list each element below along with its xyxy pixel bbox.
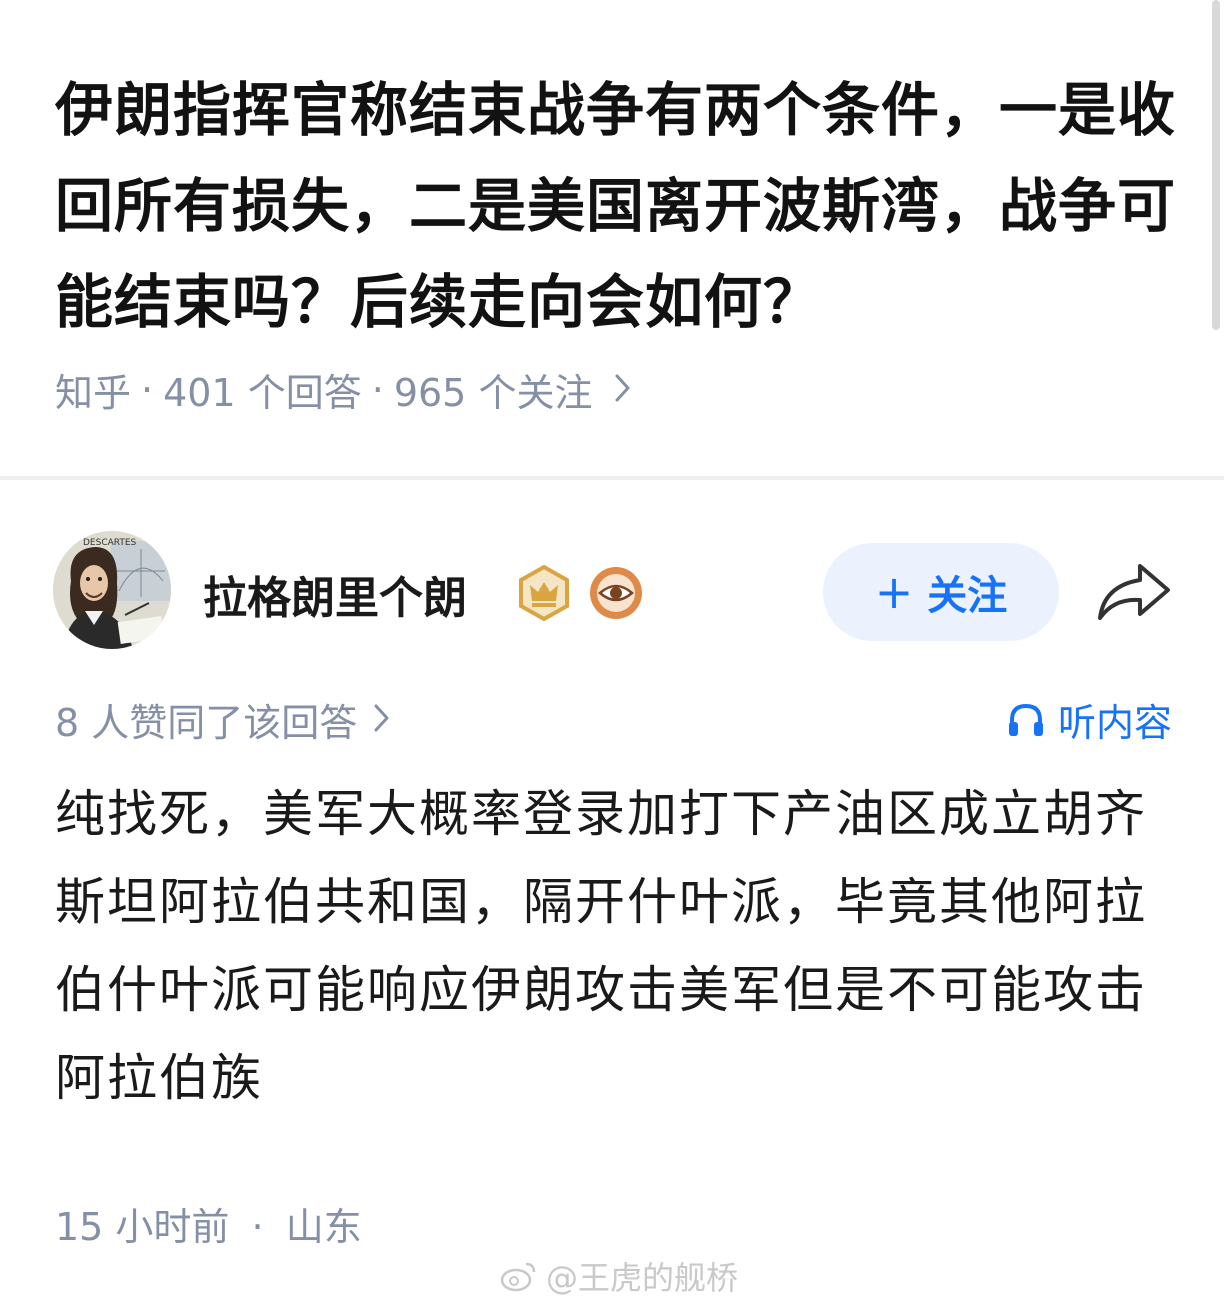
meta-separator: · xyxy=(251,1205,264,1249)
avatar[interactable]: DESCARTES xyxy=(53,531,171,649)
follow-button[interactable]: + 关注 xyxy=(823,543,1059,641)
follow-label: 关注 xyxy=(927,573,1008,619)
listen-label: 听内容 xyxy=(1057,701,1172,745)
watermark: @王虎的舰桥 xyxy=(500,1253,738,1299)
chevron-right-icon xyxy=(373,698,391,742)
avatar-caption: DESCARTES xyxy=(83,538,137,548)
answer-count: 401 个回答 xyxy=(163,371,362,415)
scrollbar[interactable] xyxy=(1212,0,1220,330)
question-meta[interactable]: 知乎 · 401 个回答 · 965 个关注 xyxy=(55,362,632,417)
share-arrow-icon[interactable] xyxy=(1096,560,1172,624)
answer-time: 15 小时前 xyxy=(55,1205,230,1249)
follower-count: 965 个关注 xyxy=(393,371,593,415)
section-divider xyxy=(0,476,1224,480)
headphones-icon xyxy=(1008,703,1043,736)
question-title[interactable]: 伊朗指挥官称结束战争有两个条件，一是收回所有损失，二是美国离开波斯湾，战争可能结… xyxy=(55,62,1180,350)
weibo-icon xyxy=(500,1262,536,1292)
author-name[interactable]: 拉格朗里个朗 xyxy=(203,562,467,626)
crown-badge-icon[interactable] xyxy=(516,564,572,622)
eye-badge-icon[interactable] xyxy=(588,565,644,621)
answer-meta: 15 小时前 · 山东 xyxy=(55,1196,362,1251)
listen-button[interactable]: 听内容 xyxy=(1006,692,1172,747)
answer-location: 山东 xyxy=(285,1205,362,1249)
source-label: 知乎 xyxy=(55,371,132,415)
chevron-right-icon xyxy=(614,368,632,412)
watermark-text: @王虎的舰桥 xyxy=(546,1259,739,1297)
answer-body[interactable]: 纯找死，美军大概率登录加打下产油区成立胡齐斯坦阿拉伯共和国，隔开什叶派，毕竟其他… xyxy=(55,770,1155,1122)
meta-separator: · xyxy=(141,367,154,412)
meta-separator: · xyxy=(371,367,384,412)
upvote-summary[interactable]: 8 人赞同了该回答 xyxy=(55,692,391,747)
plus-icon: + xyxy=(874,565,914,619)
upvote-text: 8 人赞同了该回答 xyxy=(55,701,358,745)
